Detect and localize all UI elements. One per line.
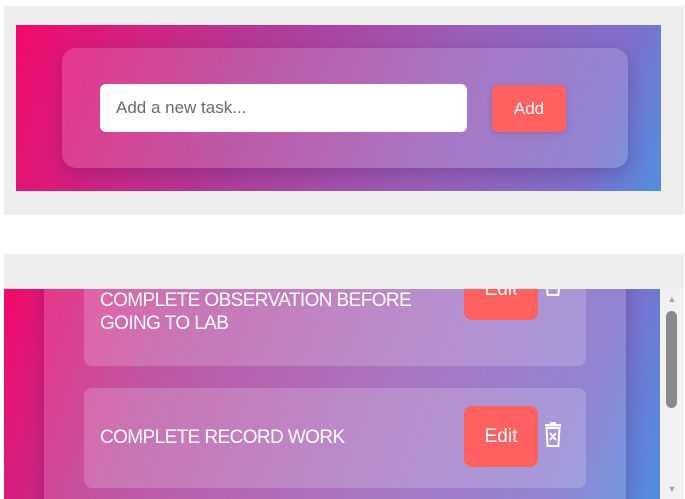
scroll-down-arrow-icon[interactable]: ▼ (660, 481, 684, 497)
todo-app: Add COMPLETE OBSERVATION BEFORE GOING TO… (0, 0, 685, 499)
new-task-input[interactable] (100, 84, 467, 132)
task-item: COMPLETE RECORD WORK Edit (84, 388, 586, 488)
task-item: COMPLETE OBSERVATION BEFORE GOING TO LAB… (84, 289, 586, 366)
trash-icon[interactable] (542, 422, 564, 448)
task-text: COMPLETE OBSERVATION BEFORE GOING TO LAB (100, 290, 412, 334)
scroll-up-arrow-icon[interactable]: ▲ (660, 291, 684, 307)
scroll-thumb[interactable] (666, 311, 677, 408)
edit-task-button[interactable]: Edit (464, 289, 538, 320)
task-list-scrollbar[interactable]: ▲ ▼ (660, 289, 684, 499)
edit-task-button[interactable]: Edit (464, 406, 538, 467)
trash-icon[interactable] (542, 289, 564, 297)
add-task-button[interactable]: Add (492, 85, 566, 132)
task-list-viewport: COMPLETE OBSERVATION BEFORE GOING TO LAB… (4, 289, 660, 499)
task-text: COMPLETE RECORD WORK (100, 427, 345, 448)
